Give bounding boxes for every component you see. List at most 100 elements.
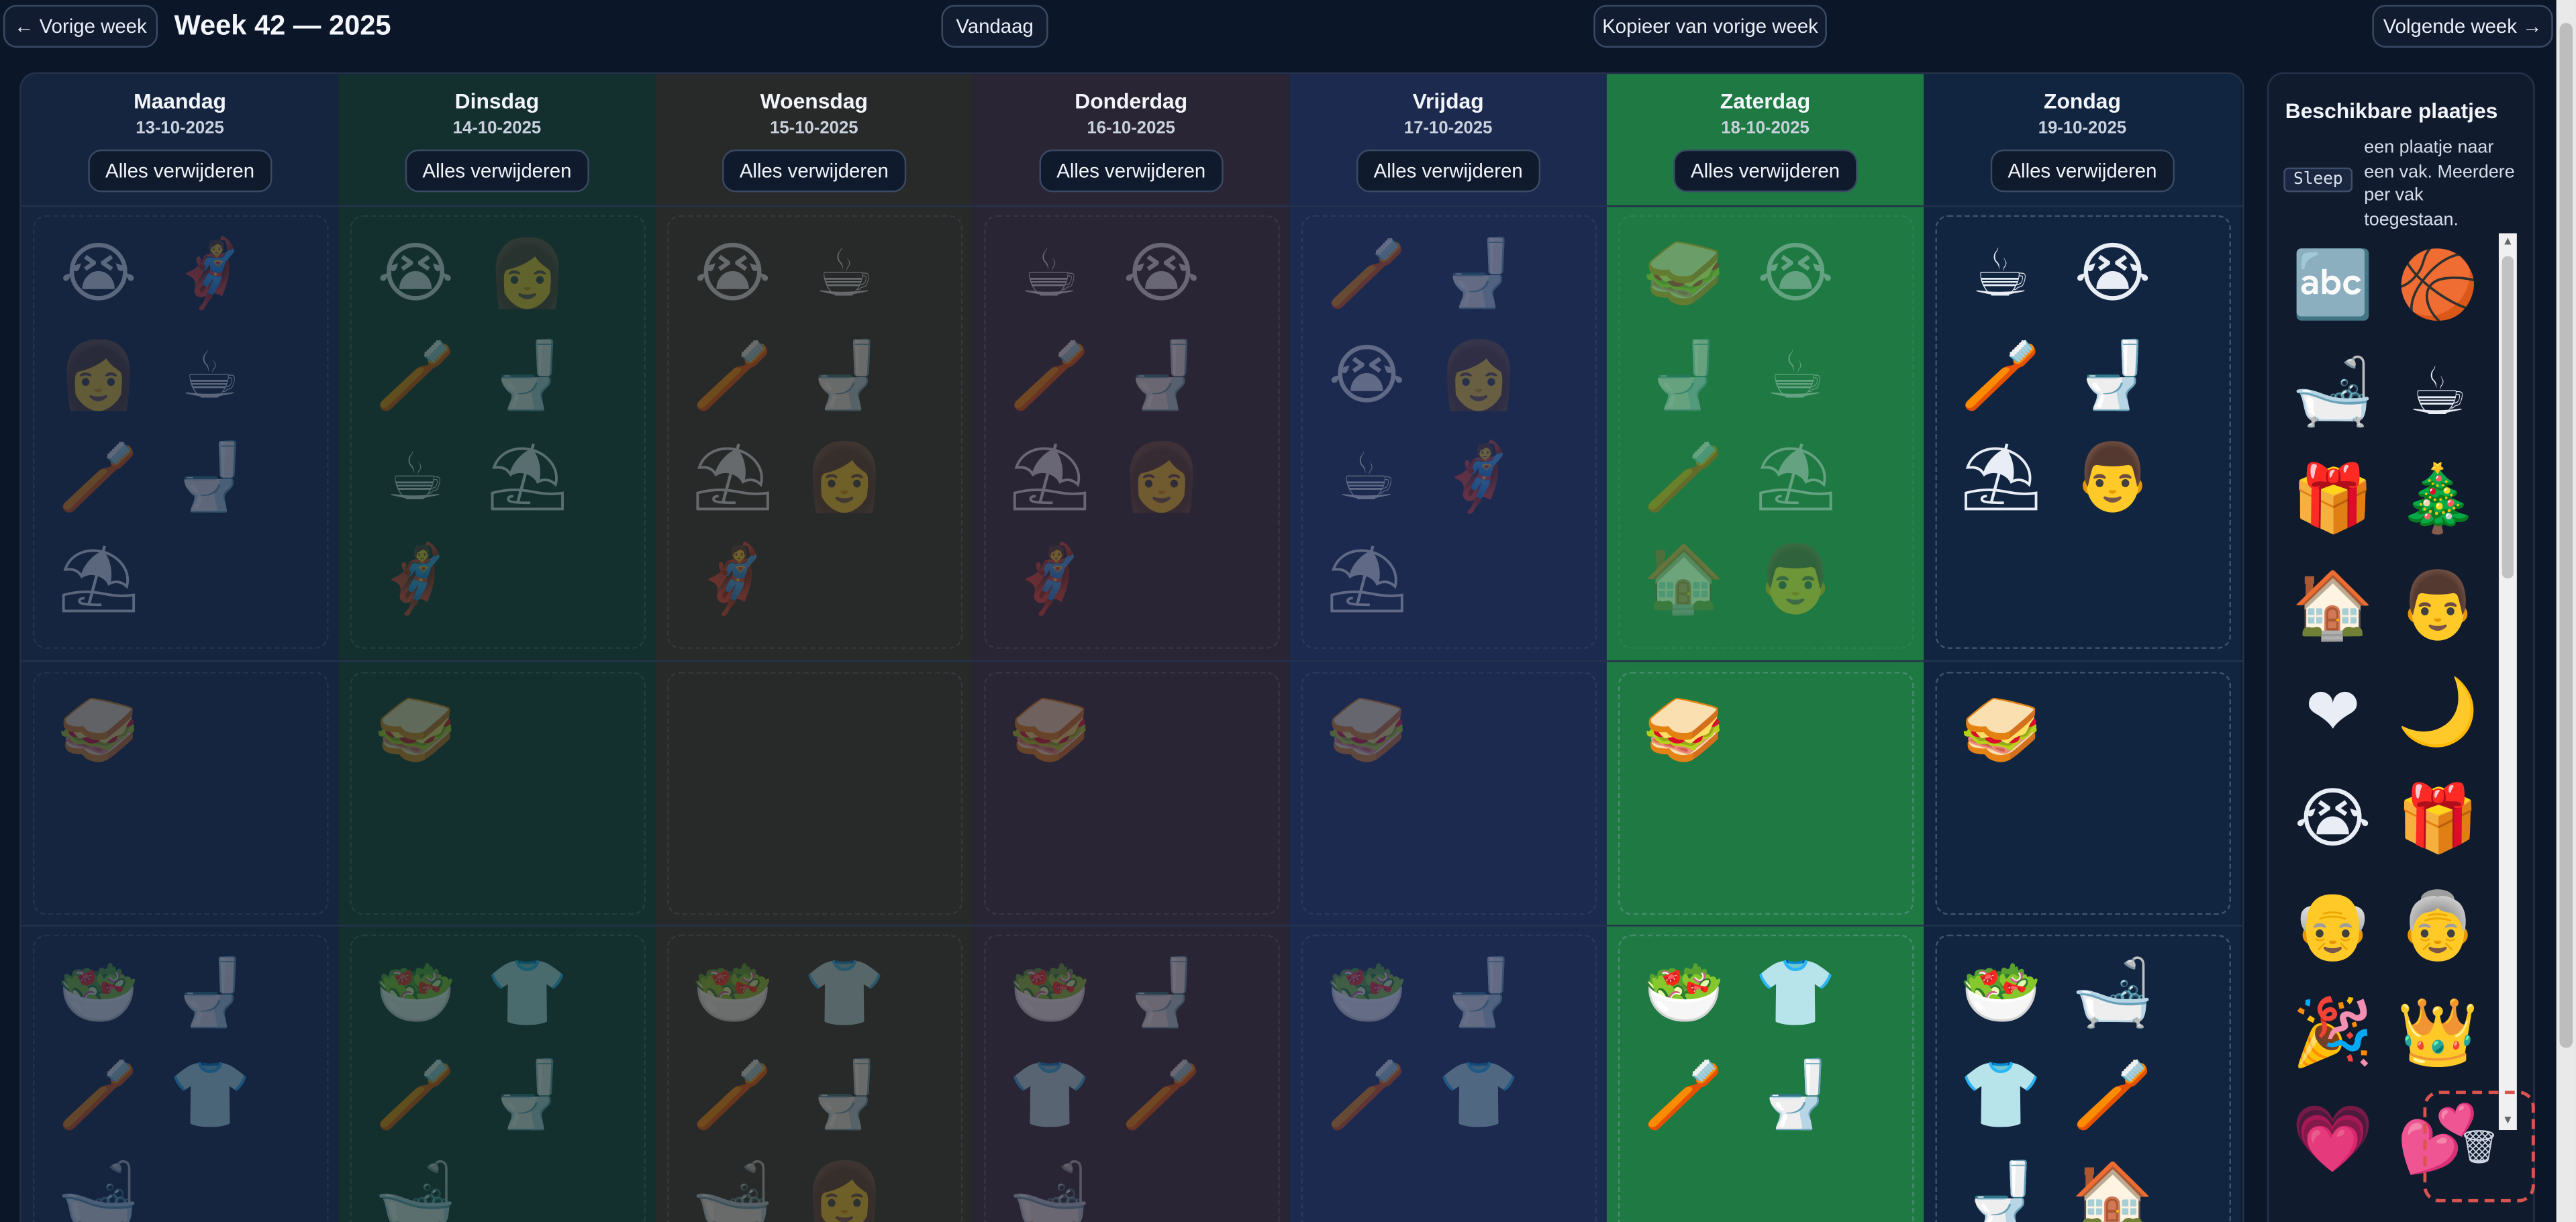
beach-icon[interactable]: ⛱ <box>1325 539 1408 621</box>
toilet-icon[interactable]: 🚽 <box>1643 335 1725 417</box>
crying-child-icon[interactable]: 😭 <box>2292 778 2374 860</box>
toothbrush-icon[interactable]: 🪥 <box>1009 335 1091 417</box>
toilet-icon[interactable]: 🚽 <box>1438 953 1520 1035</box>
scroll-up-icon[interactable]: ▲ <box>2499 234 2517 252</box>
toothbrush-icon[interactable]: 🪥 <box>691 335 774 417</box>
toilet-icon[interactable]: 🚽 <box>1960 1156 2042 1222</box>
clear-day-button[interactable]: Alles verwijderen <box>1989 149 2175 193</box>
person-cape-icon[interactable]: 🦸 <box>169 234 251 315</box>
toothbrush-icon[interactable]: 🪥 <box>1326 234 1408 315</box>
beach-icon[interactable]: ⛱ <box>57 539 140 621</box>
house-icon[interactable]: 🏠 <box>2292 565 2374 647</box>
crying-child-icon[interactable]: 😭 <box>1754 234 1836 315</box>
crying-child-icon[interactable]: 😭 <box>375 234 456 315</box>
drop-slot[interactable]: 🥗 🚽 🪥 👕 <box>1301 934 1597 1222</box>
toilet-icon[interactable]: 🚽 <box>1438 234 1520 315</box>
snack-clock-icon[interactable]: 🥪 <box>58 690 140 772</box>
crying-child-icon[interactable]: 😭 <box>2072 234 2154 315</box>
breakfast-icon[interactable]: ☕ <box>375 437 456 519</box>
person-cape-icon[interactable]: 🦸 <box>1438 437 1520 519</box>
toilet-icon[interactable]: 🚽 <box>169 953 251 1035</box>
drop-slot[interactable]: 🥪 <box>984 672 1280 915</box>
drop-slot[interactable]: 🥪 😭 🚽 ☕ 🪥 ⛱ 🏠 👨 <box>1618 215 1914 649</box>
clear-day-button[interactable]: Alles verwijderen <box>1355 149 1541 193</box>
drop-slot[interactable]: ☕ 😭 🪥 🚽 ⛱ 👨 <box>1935 215 2231 649</box>
drop-slot[interactable]: 🥗 👕 🪥 🚽 🛁 <box>350 934 646 1222</box>
clear-day-button[interactable]: Alles verwijderen <box>1038 149 1224 193</box>
snack-clock-icon[interactable]: 🥪 <box>1009 690 1091 772</box>
toilet-icon[interactable]: 🚽 <box>1120 335 1203 417</box>
crying-child-icon[interactable]: 😭 <box>58 234 140 315</box>
drop-slot[interactable]: 🥗 🚽 🪥 👕 🛁 <box>32 934 329 1222</box>
crying-child-icon[interactable]: 😭 <box>691 234 773 315</box>
gallery-scrollbar[interactable]: ▲ ▼ <box>2498 233 2517 1131</box>
drop-slot[interactable]: 🥪 <box>1301 672 1597 915</box>
toothbrush-icon[interactable]: 🪥 <box>1120 1054 1203 1136</box>
pajamas-icon[interactable]: 👕 <box>1009 1054 1091 1136</box>
salad-plate-icon[interactable]: 🥗 <box>58 953 140 1035</box>
prev-week-button[interactable]: ← Vorige week <box>3 5 158 48</box>
alphabet-board-icon[interactable]: 🔤 <box>2292 245 2374 327</box>
drop-slot[interactable]: 🥪 <box>1618 672 1914 915</box>
pajamas-icon[interactable]: 👕 <box>169 1054 251 1136</box>
snack-clock-icon[interactable]: 🥪 <box>1960 690 2042 772</box>
gallery-scroll-thumb[interactable] <box>2501 256 2514 578</box>
man-icon[interactable]: 👨 <box>2072 437 2154 519</box>
drop-slot[interactable]: 🪥 🚽 😭 👩 ☕ 🦸 ⛱ <box>1301 215 1597 649</box>
snack-clock-icon[interactable]: 🥪 <box>375 690 456 772</box>
toothbrush-icon[interactable]: 🪥 <box>691 1054 774 1136</box>
page-scrollbar[interactable] <box>2556 0 2576 1222</box>
pajamas-icon[interactable]: 👕 <box>1754 953 1836 1035</box>
beach-icon[interactable]: ⛱ <box>1754 437 1837 519</box>
salad-plate-icon[interactable]: 🥗 <box>1326 953 1408 1035</box>
drop-slot[interactable]: 🥪 <box>350 672 646 915</box>
beach-icon[interactable]: ⛱ <box>486 437 569 519</box>
salad-plate-icon[interactable]: 🥗 <box>1009 953 1091 1035</box>
woman-icon[interactable]: 👩 <box>1120 437 1203 519</box>
drop-slot[interactable]: 😭 🦸 👩 ☕ 🪥 🚽 ⛱ <box>32 215 329 649</box>
king-icon[interactable]: 👑 <box>2397 992 2479 1074</box>
toothbrush-icon[interactable]: 🪥 <box>1326 1054 1408 1136</box>
toilet-icon[interactable]: 🚽 <box>487 1054 568 1136</box>
toothbrush-icon[interactable]: 🪥 <box>2072 1054 2154 1136</box>
drop-slot[interactable] <box>666 672 963 915</box>
toilet-icon[interactable]: 🚽 <box>1120 953 1203 1035</box>
toothbrush-icon[interactable]: 🪥 <box>375 335 456 417</box>
woman-icon[interactable]: 👩 <box>58 335 140 417</box>
woman-icon[interactable]: 👩 <box>803 437 885 519</box>
toothbrush-icon[interactable]: 🪥 <box>1643 1054 1725 1136</box>
grandpa-icon[interactable]: 👴 <box>2292 885 2374 967</box>
copy-previous-week-button[interactable]: Kopieer van vorige week <box>1593 5 1827 48</box>
toothbrush-icon[interactable]: 🪥 <box>375 1054 456 1136</box>
woman-icon[interactable]: 👩 <box>1438 335 1520 417</box>
drop-slot[interactable]: 🥗 🛁 👕 🪥 🚽 🏠 <box>1935 934 2231 1222</box>
gifts-icon[interactable]: 🎁 <box>2397 778 2479 860</box>
bathtub-icon[interactable]: 🛁 <box>1009 1156 1091 1222</box>
house-icon[interactable]: 🏠 <box>1643 539 1725 621</box>
breakfast-icon[interactable]: ☕ <box>169 335 251 417</box>
drop-slot[interactable]: 😭 ☕ 🪥 🚽 ⛱ 👩 🦸 <box>666 215 963 649</box>
drop-slot[interactable]: ☕ 😭 🪥 🚽 ⛱ 👩 🦸 <box>984 215 1280 649</box>
pajamas-icon[interactable]: 👕 <box>803 953 885 1035</box>
clear-day-button[interactable]: Alles verwijderen <box>1673 149 1858 193</box>
pajamas-icon[interactable]: 👕 <box>487 953 568 1035</box>
salad-plate-icon[interactable]: 🥗 <box>1960 953 2042 1035</box>
house-icon[interactable]: 🏠 <box>2072 1156 2154 1222</box>
woman-icon[interactable]: 👩 <box>803 1156 885 1222</box>
christmas-tree-icon[interactable]: 🎄 <box>2397 458 2479 540</box>
bathtub-icon[interactable]: 🛁 <box>375 1156 456 1222</box>
trash-dropzone[interactable]: 🗑 <box>2423 1090 2535 1203</box>
toilet-icon[interactable]: 🚽 <box>1754 1054 1836 1136</box>
sports-balls-icon[interactable]: 🏀 <box>2397 245 2479 327</box>
person-cape-icon[interactable]: 🦸 <box>375 539 456 621</box>
salad-plate-icon[interactable]: 🥗 <box>1643 953 1725 1035</box>
today-button[interactable]: Vandaag <box>941 5 1048 48</box>
night-sky-icon[interactable]: 🌙 <box>2397 672 2479 754</box>
snack-clock-icon[interactable]: 🥪 <box>1326 690 1408 772</box>
breakfast-icon[interactable]: ☕ <box>1326 437 1407 519</box>
clear-day-button[interactable]: Alles verwijderen <box>721 149 907 193</box>
drop-slot[interactable]: 🥗 🚽 👕 🪥 🛁 <box>984 934 1280 1222</box>
crying-child-icon[interactable]: 😭 <box>1120 234 1202 315</box>
salad-plate-icon[interactable]: 🥗 <box>691 953 774 1035</box>
toilet-icon[interactable]: 🚽 <box>803 1054 885 1136</box>
